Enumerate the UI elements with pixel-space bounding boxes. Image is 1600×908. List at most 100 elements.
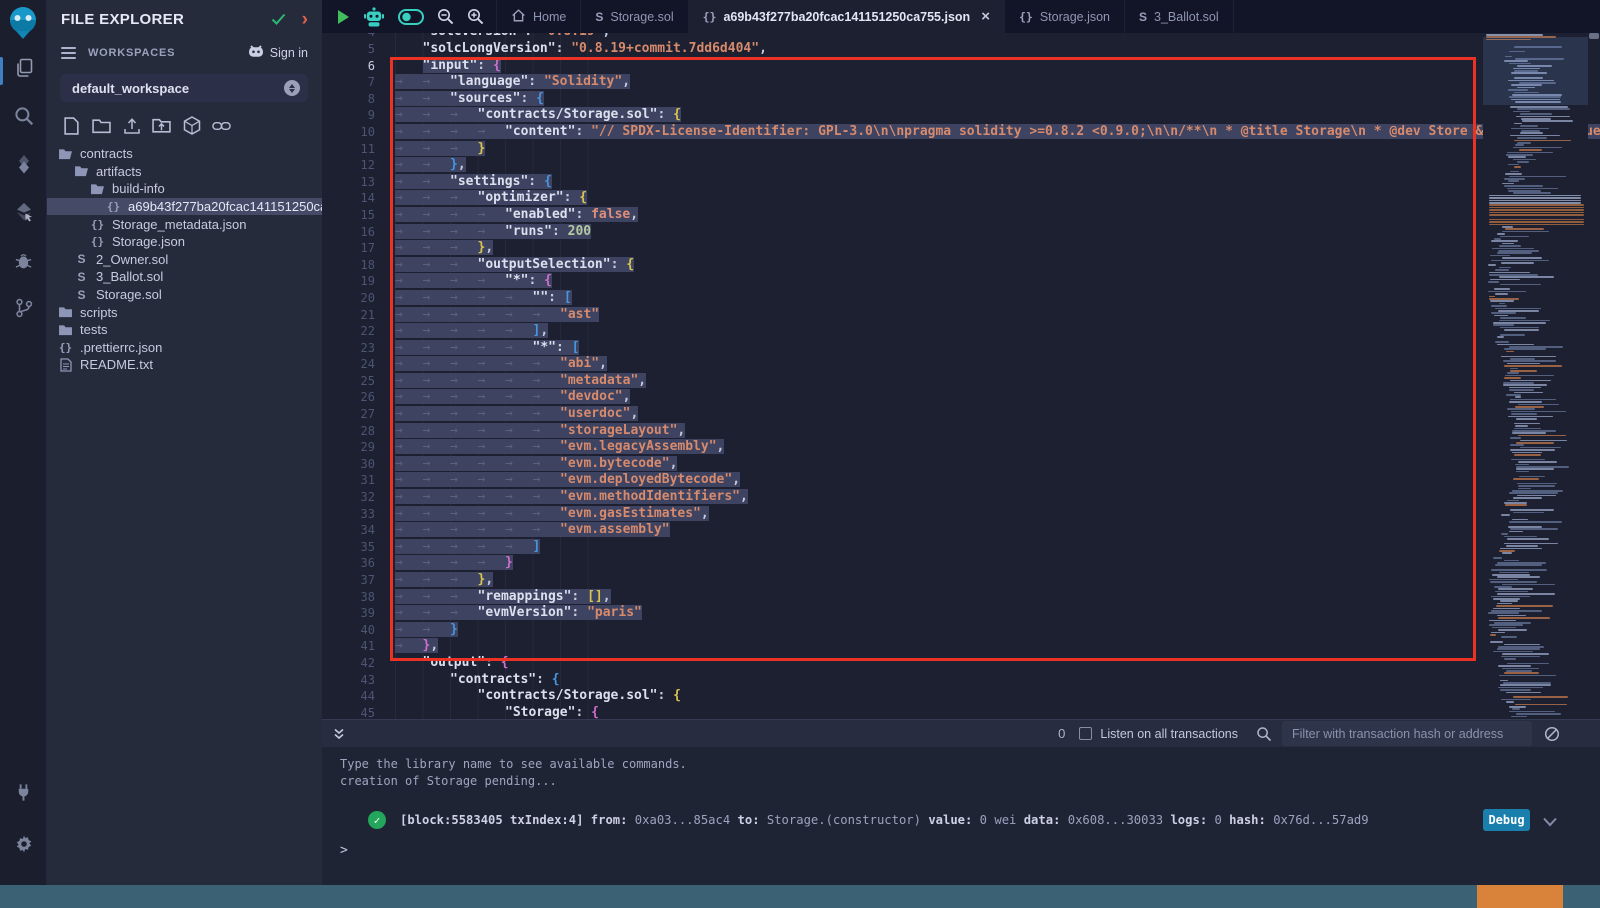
- code-line-19[interactable]: 19→→→→"*": {: [322, 273, 1600, 290]
- code-line-44[interactable]: 44"contracts/Storage.sol": {: [322, 688, 1600, 705]
- new-folder-icon[interactable]: [92, 116, 111, 135]
- robot-button[interactable]: [363, 7, 385, 27]
- code-line-17[interactable]: 17→→→},: [322, 240, 1600, 257]
- minimap-viewport[interactable]: [1483, 37, 1588, 105]
- code-line-15[interactable]: 15→→→→"enabled": false,: [322, 207, 1600, 224]
- code-line-38[interactable]: 38→→→"remappings": [],: [322, 589, 1600, 606]
- check-icon[interactable]: [271, 13, 286, 25]
- tree-item--prettierrc-json[interactable]: {}.prettierrc.json: [47, 339, 322, 357]
- tree-item-storage-json[interactable]: {}Storage.json: [47, 233, 322, 251]
- code-line-36[interactable]: 36→→→→}: [322, 555, 1600, 572]
- code-line-24[interactable]: 24→→→→→→"abi",: [322, 356, 1600, 373]
- code-line-35[interactable]: 35→→→→→]: [322, 539, 1600, 556]
- tab-a69b43f277ba20fcac141151250ca755-json[interactable]: {}a69b43f277ba20fcac141151250ca755.json×: [689, 0, 1005, 33]
- new-file-icon[interactable]: [62, 116, 81, 135]
- code-line-28[interactable]: 28→→→→→→"storageLayout",: [322, 423, 1600, 440]
- github-sign-in-button[interactable]: Sign in: [248, 45, 308, 61]
- debug-button[interactable]: Debug: [1483, 809, 1530, 831]
- link-icon[interactable]: [212, 116, 231, 135]
- tree-item-storage-metadata-json[interactable]: {}Storage_metadata.json: [47, 215, 322, 233]
- code-line-41[interactable]: 41→},: [322, 638, 1600, 655]
- clear-console-icon[interactable]: [1544, 726, 1560, 742]
- code-line-42[interactable]: 42"output": {: [322, 655, 1600, 672]
- code-line-37[interactable]: 37→→→},: [322, 572, 1600, 589]
- code-line-22[interactable]: 22→→→→→],: [322, 323, 1600, 340]
- code-line-45[interactable]: 45"Storage": {: [322, 705, 1600, 719]
- listen-label[interactable]: Listen on all transactions: [1100, 727, 1238, 741]
- code-editor[interactable]: 4"solcVersion": "0.8.19",5"solcLongVersi…: [322, 33, 1600, 719]
- code-line-6[interactable]: 6"input": {: [322, 58, 1600, 75]
- code-line-20[interactable]: 20→→→→→"": [: [322, 290, 1600, 307]
- code-line-21[interactable]: 21→→→→→→"ast": [322, 307, 1600, 324]
- workspace-select[interactable]: default_workspace: [60, 74, 308, 102]
- git-icon[interactable]: [12, 296, 36, 320]
- code-line-32[interactable]: 32→→→→→→"evm.methodIdentifiers",: [322, 489, 1600, 506]
- minimap[interactable]: [1483, 33, 1588, 719]
- tab-home[interactable]: Home: [496, 0, 581, 33]
- tree-item-tests[interactable]: tests: [47, 321, 322, 339]
- plugin-manager-icon[interactable]: [12, 780, 36, 804]
- code-line-14[interactable]: 14→→→"optimizer": {: [322, 190, 1600, 207]
- ipfs-box-icon[interactable]: [182, 116, 201, 135]
- code-line-26[interactable]: 26→→→→→→"devdoc",: [322, 389, 1600, 406]
- tree-item-readme-txt[interactable]: README.txt: [47, 356, 322, 374]
- code-line-18[interactable]: 18→→→"outputSelection": {: [322, 257, 1600, 274]
- code-line-7[interactable]: 7→→"language": "Solidity",: [322, 74, 1600, 91]
- code-line-33[interactable]: 33→→→→→→"evm.gasEstimates",: [322, 506, 1600, 523]
- code-line-39[interactable]: 39→→→"evmVersion": "paris": [322, 605, 1600, 622]
- code-line-29[interactable]: 29→→→→→→"evm.legacyAssembly",: [322, 439, 1600, 456]
- tree-item-contracts[interactable]: contracts: [47, 145, 322, 163]
- expand-transaction-icon[interactable]: [1542, 813, 1558, 832]
- file-explorer-icon[interactable]: [12, 56, 36, 80]
- code-line-8[interactable]: 8→→"sources": {: [322, 91, 1600, 108]
- code-line-30[interactable]: 30→→→→→→"evm.bytecode",: [322, 456, 1600, 473]
- code-line-27[interactable]: 27→→→→→→"userdoc",: [322, 406, 1600, 423]
- editor-scrollbar[interactable]: [1588, 33, 1600, 719]
- scrollbar-thumb[interactable]: [1589, 33, 1599, 39]
- play-button[interactable]: [336, 9, 350, 25]
- code-line-11[interactable]: 11→→→}: [322, 141, 1600, 158]
- zoom-out-button[interactable]: [437, 8, 454, 25]
- code-line-9[interactable]: 9→→→"contracts/Storage.sol": {: [322, 107, 1600, 124]
- search-icon[interactable]: [1256, 726, 1272, 742]
- upload-folder-icon[interactable]: [152, 116, 171, 135]
- tab-3-ballot-sol[interactable]: S3_Ballot.sol: [1125, 0, 1234, 33]
- search-icon[interactable]: [12, 104, 36, 128]
- tree-item-scripts[interactable]: scripts: [47, 303, 322, 321]
- toggle-button[interactable]: [398, 9, 424, 25]
- tree-item-storage-sol[interactable]: SStorage.sol: [47, 286, 322, 304]
- upload-file-icon[interactable]: [122, 116, 141, 135]
- code-line-12[interactable]: 12→→},: [322, 157, 1600, 174]
- chevron-right-icon[interactable]: ›: [302, 10, 308, 29]
- tree-item-a69b43f277ba20fcac141151250ca7-[interactable]: {}a69b43f277ba20fcac141151250ca7...: [47, 198, 322, 216]
- code-line-31[interactable]: 31→→→→→→"evm.deployedBytecode",: [322, 472, 1600, 489]
- solidity-compiler-icon[interactable]: [12, 152, 36, 176]
- transaction-filter-input[interactable]: [1282, 721, 1532, 746]
- code-line-40[interactable]: 40→→}: [322, 622, 1600, 639]
- code-line-43[interactable]: 43"contracts": {: [322, 672, 1600, 689]
- zoom-in-button[interactable]: [467, 8, 484, 25]
- code-line-13[interactable]: 13→→"settings": {: [322, 174, 1600, 191]
- close-tab-icon[interactable]: ×: [981, 9, 990, 24]
- transaction-summary[interactable]: [block:5583405 txIndex:4] from: 0xa03...…: [400, 813, 1369, 827]
- code-line-16[interactable]: 16→→→→"runs": 200: [322, 224, 1600, 241]
- terminal-prompt[interactable]: >: [340, 843, 1600, 858]
- hamburger-menu-icon[interactable]: [61, 47, 76, 59]
- tree-item-artifacts[interactable]: artifacts: [47, 163, 322, 181]
- tree-item-3-ballot-sol[interactable]: S3_Ballot.sol: [47, 268, 322, 286]
- tab-storage-sol[interactable]: SStorage.sol: [581, 0, 688, 33]
- deploy-run-icon[interactable]: [12, 200, 36, 224]
- expand-terminal-icon[interactable]: [332, 727, 346, 741]
- code-line-4[interactable]: 4"solcVersion": "0.8.19",: [322, 33, 1600, 41]
- tree-item-build-info[interactable]: build-info: [47, 180, 322, 198]
- code-line-5[interactable]: 5"solcLongVersion": "0.8.19+commit.7dd6d…: [322, 41, 1600, 58]
- code-line-23[interactable]: 23→→→→→"*": [: [322, 340, 1600, 357]
- tab-storage-json[interactable]: {}Storage.json: [1005, 0, 1125, 33]
- debugger-icon[interactable]: [12, 248, 36, 272]
- settings-icon[interactable]: [12, 832, 36, 856]
- listen-checkbox[interactable]: [1079, 727, 1092, 740]
- code-line-34[interactable]: 34→→→→→→"evm.assembly": [322, 522, 1600, 539]
- code-line-10[interactable]: 10→→→→"content": "// SPDX-License-Identi…: [322, 124, 1600, 141]
- tree-item-2-owner-sol[interactable]: S2_Owner.sol: [47, 251, 322, 269]
- code-line-25[interactable]: 25→→→→→→"metadata",: [322, 373, 1600, 390]
